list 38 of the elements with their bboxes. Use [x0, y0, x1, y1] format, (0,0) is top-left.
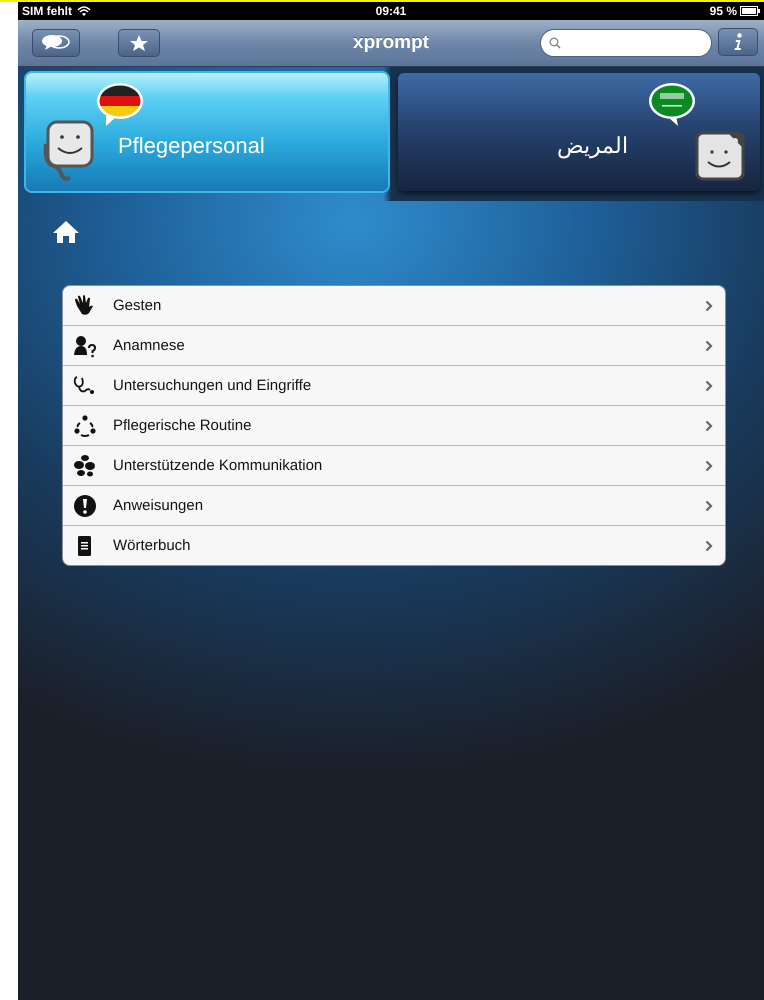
battery-icon [740, 6, 760, 16]
speech-bubbles-icon [73, 454, 97, 478]
person-question-icon [73, 334, 97, 358]
chat-button[interactable] [32, 29, 80, 57]
people-cycle-icon [73, 414, 97, 438]
search-field[interactable] [540, 29, 712, 57]
chevron-icon [705, 540, 713, 552]
menu-item[interactable]: Pflegerische Routine [63, 405, 725, 445]
menu-item[interactable]: Untersuchungen und Eingriffe [63, 365, 725, 405]
speaker-label: Pflegepersonal [118, 133, 265, 159]
chevron-icon [705, 420, 713, 432]
carrier-label: SIM fehlt [22, 4, 72, 18]
patient-avatar-icon [694, 130, 746, 182]
wifi-icon [77, 6, 91, 16]
exclamation-icon [73, 494, 97, 518]
favorites-button[interactable] [118, 29, 160, 57]
menu-item[interactable]: Wörterbuch [63, 525, 725, 565]
chevron-icon [705, 380, 713, 392]
app-title: xprompt [353, 32, 429, 54]
menu-item[interactable]: Anamnese [63, 325, 725, 365]
battery-percent: 95 % [710, 4, 737, 18]
speech-bubbles-icon [41, 34, 71, 52]
chevron-icon [705, 340, 713, 352]
german-flag-icon [97, 83, 143, 126]
menu-item[interactable]: Gesten [63, 286, 725, 325]
info-button[interactable] [718, 28, 758, 56]
star-icon [129, 34, 149, 52]
info-icon [733, 33, 743, 51]
menu-item[interactable]: Anweisungen [63, 485, 725, 525]
home-icon[interactable] [52, 219, 80, 245]
chevron-icon [705, 460, 713, 472]
speaker-label: المريض [557, 133, 628, 159]
clock: 09:41 [376, 4, 406, 18]
speaker-tab[interactable]: المريض [398, 73, 760, 191]
chevron-icon [705, 300, 713, 312]
search-icon [549, 37, 561, 49]
chevron-icon [705, 500, 713, 512]
menu-item[interactable]: Unterstützende Kommunikation [63, 445, 725, 485]
